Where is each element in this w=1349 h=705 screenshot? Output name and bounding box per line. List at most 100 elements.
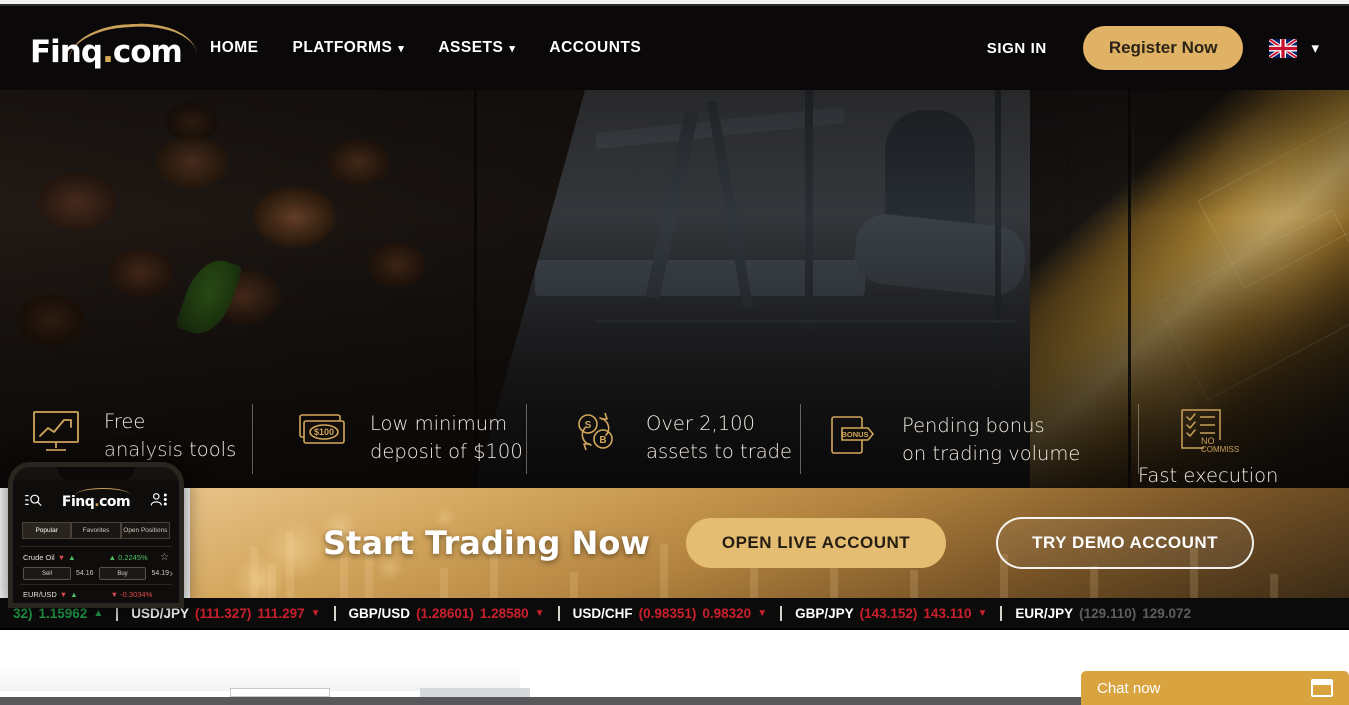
sign-in-link[interactable]: SIGN IN: [987, 40, 1047, 57]
ticker-symbol: EUR/JPY: [1015, 605, 1074, 621]
search-filter-icon[interactable]: [24, 493, 42, 512]
nav-item-assets[interactable]: ASSETS ▾: [438, 39, 515, 57]
feature-pending-bonus: BONUS Pending bonus on trading volume: [828, 412, 1080, 468]
feature-free-analysis-tools: Free analysis tools: [30, 408, 236, 464]
monitor-chart-icon: [30, 408, 86, 456]
phone-asset-name: EUR/USD: [23, 590, 57, 599]
phone-notch: [58, 467, 134, 480]
feature-label: Fast execution trade 0 commission: [1138, 464, 1279, 487]
nav-label: HOME: [210, 39, 259, 56]
ticker-item-usdchf[interactable]: USD/CHF (0.98351) 0.98320 ▼: [557, 605, 781, 621]
feature-separator: [526, 404, 527, 474]
arrow-down-icon: ▼: [757, 607, 768, 619]
chat-now-widget[interactable]: Chat now: [1081, 671, 1349, 705]
page-root: Finq.com HOME PLATFORMS ▾ ASSETS ▾ ACCOU…: [0, 0, 1349, 705]
site-header: Finq.com HOME PLATFORMS ▾ ASSETS ▾ ACCOU…: [0, 6, 1349, 90]
nav-item-platforms[interactable]: PLATFORMS ▾: [293, 39, 405, 57]
phone-tab-bar: Popular Favorites Open Positions: [22, 522, 170, 539]
uk-flag-icon[interactable]: [1269, 38, 1298, 58]
phone-mockup: Finq.com Popular Favorites Open Position…: [8, 462, 184, 608]
svg-text:COMMISSION: COMMISSION: [1201, 445, 1240, 454]
phone-asset-row-crude-oil[interactable]: Crude Oil ▼ ▲ ▲ 0.2245% ☆ Sell 54.16 Buy…: [20, 546, 173, 584]
svg-text:S: S: [585, 420, 592, 431]
phone-tab-favorites[interactable]: Favorites: [71, 522, 121, 539]
chat-now-label: Chat now: [1097, 679, 1161, 697]
chevron-down-icon: ▾: [398, 42, 405, 55]
language-chevron-down-icon[interactable]: ▾: [1311, 39, 1319, 57]
ticker-item-gbpusd[interactable]: GBP/USD (1.28601) 1.28580 ▼: [333, 605, 558, 621]
phone-change-percent: ▲ 0.2245%: [108, 553, 148, 562]
arrow-down-icon: ▼: [59, 590, 68, 599]
logo-word: Finq: [30, 34, 103, 70]
feature-low-minimum-deposit: $100 Low minimum deposit of $100: [296, 410, 523, 466]
hero-feature-list: Free analysis tools $100 Low minimum dep…: [0, 308, 1349, 487]
market-ticker-bar[interactable]: 32) 1.15962 ▲ USD/JPY (111.327) 111.297 …: [0, 598, 1349, 630]
phone-topbar: Finq.com: [20, 488, 172, 520]
ticker-symbol: GBP/JPY: [795, 605, 854, 621]
phone-change-percent: ▼ -0.3034%: [110, 590, 153, 599]
feature-label: Free analysis tools: [104, 410, 237, 461]
svg-text:B: B: [599, 435, 606, 446]
ticker-item-gbpjpy[interactable]: GBP/JPY (143.152) 143.110 ▼: [780, 605, 1000, 621]
arrow-down-icon: ▼: [57, 553, 66, 562]
phone-sell-price: 54.16: [75, 570, 94, 577]
cta-title: Start Trading Now: [323, 524, 650, 562]
nav-item-home[interactable]: HOME: [210, 39, 259, 57]
arrow-down-icon: ▼: [534, 607, 545, 619]
phone-buy-price: 54.19: [151, 570, 169, 577]
phone-tab-popular[interactable]: Popular: [22, 522, 72, 539]
arrow-up-icon: ▲: [93, 607, 104, 619]
feature-no-commission: NO COMMISSION Fast execution trade 0 com…: [1138, 406, 1278, 488]
feature-assets-to-trade: S B Over 2,100 assets to trade: [572, 410, 792, 466]
phone-logo-arc-icon: [75, 488, 130, 498]
svg-text:BONUS: BONUS: [841, 430, 868, 439]
hero-banner: Free analysis tools $100 Low minimum dep…: [0, 90, 1349, 488]
ticker-symbol: USD/CHF: [572, 605, 633, 621]
feature-label: Pending bonus on trading volume: [902, 414, 1081, 465]
feature-label: Low minimum deposit of $100: [370, 412, 523, 463]
feature-separator: [800, 404, 801, 474]
no-commission-checklist-icon: NO COMMISSION: [1170, 406, 1254, 458]
phone-asset-name: Crude Oil: [23, 553, 55, 562]
bonus-phone-icon: BONUS: [828, 412, 884, 460]
nav-label: PLATFORMS: [292, 39, 393, 56]
phone-row-header: EUR/USD ▼ ▲ ▼ -0.3034%: [23, 590, 169, 599]
bottom-ghost-card: [230, 688, 330, 697]
try-demo-account-button[interactable]: TRY DEMO ACCOUNT: [996, 517, 1255, 569]
swap-coins-icon: S B: [572, 410, 628, 458]
header-actions: SIGN IN Register Now ▾: [987, 26, 1349, 70]
ticker-last-price: 0.98320: [702, 605, 752, 621]
phone-logo: Finq.com: [62, 488, 131, 510]
arrow-up-icon: ▲: [70, 590, 78, 599]
ticker-prev-price: (1.28601): [416, 605, 474, 621]
ticker-last-price: 111.297: [257, 605, 305, 621]
svg-text:$100: $100: [314, 427, 334, 437]
phone-buy-button[interactable]: Buy: [98, 567, 147, 580]
ticker-last-price: 143.110: [923, 605, 972, 621]
account-menu-icon[interactable]: [150, 492, 168, 512]
nav-label: ASSETS: [438, 39, 504, 56]
chat-window-icon[interactable]: [1311, 679, 1333, 697]
start-trading-cta-bar: Start Trading Now OPEN LIVE ACCOUNT TRY …: [190, 488, 1349, 598]
site-logo[interactable]: Finq.com: [30, 20, 197, 76]
main-nav: HOME PLATFORMS ▾ ASSETS ▾ ACCOUNTS: [210, 39, 641, 57]
phone-tab-open-positions[interactable]: Open Positions: [120, 522, 170, 539]
bottom-ghost-card: [420, 688, 530, 697]
logo-text: Finq.com: [30, 34, 183, 70]
chevron-right-icon[interactable]: ›: [169, 568, 173, 580]
phone-screen: Finq.com Popular Favorites Open Position…: [13, 480, 179, 603]
arrow-up-icon: ▲: [68, 553, 76, 562]
feature-label: Over 2,100 assets to trade: [646, 412, 793, 463]
phone-asset-row-eurusd[interactable]: EUR/USD ▼ ▲ ▼ -0.3034%: [20, 584, 172, 603]
open-live-account-button[interactable]: OPEN LIVE ACCOUNT: [685, 518, 947, 568]
nav-label: ACCOUNTS: [549, 39, 642, 56]
nav-item-accounts[interactable]: ACCOUNTS: [549, 39, 641, 57]
logo-suffix: com: [112, 34, 183, 70]
register-now-button[interactable]: Register Now: [1082, 26, 1244, 70]
ticker-item-eurjpy[interactable]: EUR/JPY (129.110) 129.072: [1000, 605, 1204, 621]
phone-row-actions: Sell 54.16 Buy 54.19 ›: [23, 567, 173, 580]
phone-sell-button[interactable]: Sell: [23, 567, 71, 580]
ticker-symbol: GBP/USD: [348, 605, 411, 621]
ticker-prev-price: (129.110): [1079, 605, 1137, 621]
favorite-star-icon[interactable]: ☆: [160, 552, 169, 563]
